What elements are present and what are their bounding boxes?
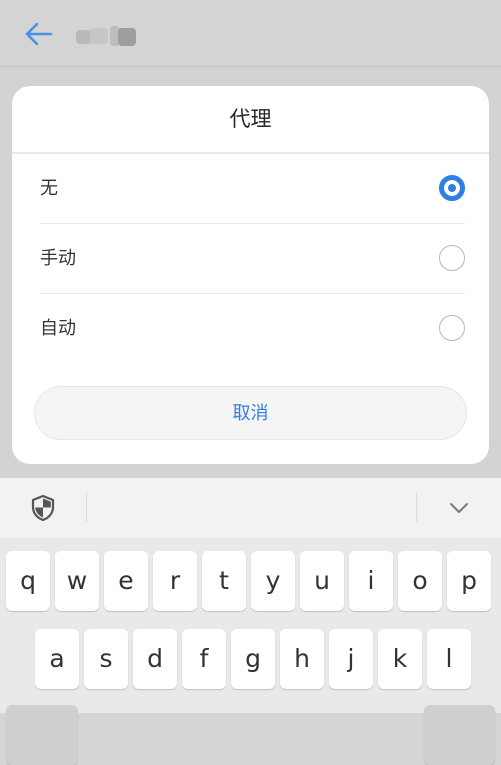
toolbar-separator <box>86 492 87 522</box>
radio-unselected-icon[interactable] <box>439 245 465 271</box>
radio-selected-icon[interactable] <box>439 175 465 201</box>
blurred-page-title <box>76 26 140 46</box>
key-d[interactable]: d <box>133 629 177 689</box>
keyboard-toolbar <box>0 478 501 539</box>
key-t[interactable]: t <box>202 551 246 611</box>
option-manual[interactable]: 手动 <box>12 224 489 294</box>
radio-unselected-icon[interactable] <box>439 315 465 341</box>
key-e[interactable]: e <box>104 551 148 611</box>
key-p[interactable]: p <box>447 551 491 611</box>
key-backspace[interactable] <box>424 705 495 765</box>
key-a[interactable]: a <box>35 629 79 689</box>
key-o[interactable]: o <box>398 551 442 611</box>
cancel-button[interactable]: 取消 <box>34 386 467 440</box>
key-y[interactable]: y <box>251 551 295 611</box>
app-bar <box>0 0 501 67</box>
option-none[interactable]: 无 <box>12 154 489 224</box>
key-q[interactable]: q <box>6 551 50 611</box>
key-k[interactable]: k <box>378 629 422 689</box>
key-w[interactable]: w <box>55 551 99 611</box>
shield-icon[interactable] <box>30 494 56 522</box>
key-i[interactable]: i <box>349 551 393 611</box>
option-label: 自动 <box>40 318 76 339</box>
key-r[interactable]: r <box>153 551 197 611</box>
soft-keyboard: q w e r t y u i o p a s d f g h j k l <box>0 539 501 765</box>
key-h[interactable]: h <box>280 629 324 689</box>
key-g[interactable]: g <box>231 629 275 689</box>
chevron-down-icon[interactable] <box>448 498 470 518</box>
key-s[interactable]: s <box>84 629 128 689</box>
option-auto[interactable]: 自动 <box>12 294 489 364</box>
back-arrow-icon[interactable] <box>24 20 54 48</box>
toolbar-separator <box>416 492 417 522</box>
dialog-title: 代理 <box>229 107 272 131</box>
option-label: 手动 <box>40 248 76 269</box>
key-j[interactable]: j <box>329 629 373 689</box>
option-label: 无 <box>40 178 58 199</box>
key-f[interactable]: f <box>182 629 226 689</box>
key-shift[interactable] <box>6 705 78 765</box>
key-l[interactable]: l <box>427 629 471 689</box>
key-u[interactable]: u <box>300 551 344 611</box>
proxy-dialog: 代理 无 手动 自动 取消 <box>12 86 489 464</box>
